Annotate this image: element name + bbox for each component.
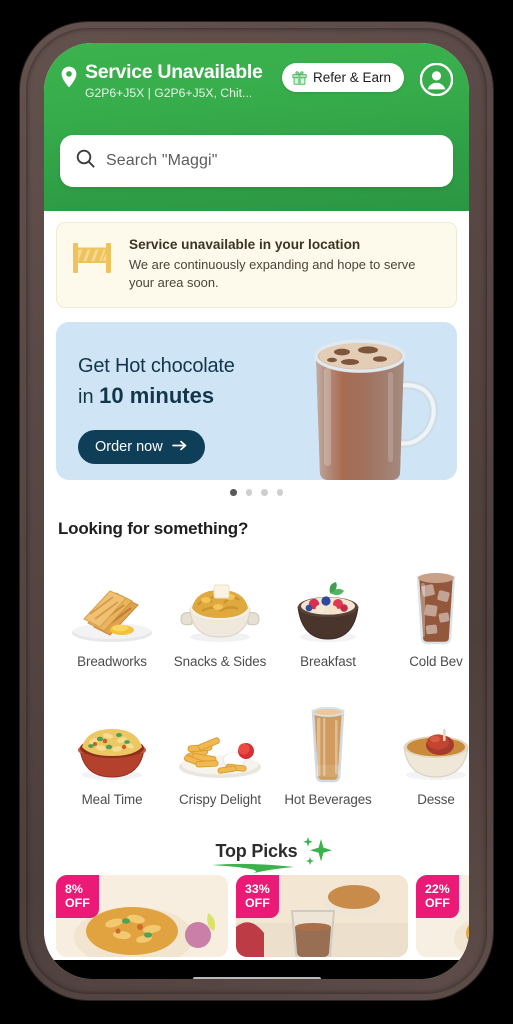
promo-line-2-strong: 10 minutes bbox=[99, 383, 215, 409]
app-header: Service Unavailable G2P6+J5X | G2P6+J5X,… bbox=[44, 43, 469, 211]
discount-suffix: OFF bbox=[425, 895, 450, 910]
top-pick-card[interactable]: 33% OFF bbox=[236, 874, 408, 957]
section-title-categories: Looking for something? bbox=[58, 518, 249, 538]
top-pick-card[interactable]: 22% OFF bbox=[416, 874, 469, 957]
category-label: Breakfast bbox=[300, 653, 356, 669]
carousel-dot-1[interactable] bbox=[230, 489, 237, 496]
category-item-breadworks[interactable]: Breadworks bbox=[58, 553, 166, 675]
category-row-2: Meal Time Crispy Delight Hot Beverages D… bbox=[58, 691, 469, 813]
service-unavailable-banner: Service unavailable in your location We … bbox=[56, 222, 457, 309]
user-avatar-icon bbox=[420, 63, 453, 96]
alert-description: We are continuously expanding and hope t… bbox=[129, 256, 416, 291]
carousel-dot-3[interactable] bbox=[261, 489, 268, 496]
home-content: Service unavailable in your location We … bbox=[44, 222, 469, 979]
fries-plate-icon bbox=[166, 691, 274, 783]
sparkles-icon bbox=[297, 835, 337, 869]
search-icon bbox=[76, 149, 95, 173]
promo-line-2-prefix: in bbox=[78, 386, 100, 409]
page-title: Service Unavailable bbox=[85, 61, 263, 83]
category-item-breakfast[interactable]: Breakfast bbox=[274, 553, 382, 675]
discount-percent: 22% bbox=[425, 881, 450, 896]
discount-badge: 22% OFF bbox=[416, 874, 459, 918]
fruit-cereal-bowl-icon bbox=[274, 553, 382, 645]
category-item-crispy-delight[interactable]: Crispy Delight bbox=[166, 691, 274, 813]
category-item-hot-beverages[interactable]: Hot Beverages bbox=[274, 691, 382, 813]
noodle-bowl-icon bbox=[166, 553, 274, 645]
phone-screen: Service Unavailable G2P6+J5X | G2P6+J5X,… bbox=[44, 43, 469, 979]
category-item-desserts[interactable]: Desse bbox=[382, 691, 469, 813]
alert-title: Service unavailable in your location bbox=[129, 237, 361, 252]
category-label: Cold Bev bbox=[409, 653, 463, 669]
category-label: Desse bbox=[417, 791, 455, 807]
category-grid: Breadworks Snacks & Sides Breakfast Cold… bbox=[44, 553, 469, 813]
refer-and-earn-label: Refer & Earn bbox=[312, 70, 391, 85]
profile-avatar-button[interactable] bbox=[420, 63, 453, 96]
order-now-label: Order now bbox=[95, 439, 163, 456]
search-input-placeholder: Search "Maggi" bbox=[106, 152, 218, 169]
barricade-icon bbox=[70, 241, 116, 275]
category-item-meal-time[interactable]: Meal Time bbox=[58, 691, 166, 813]
iced-cola-glass-icon bbox=[382, 553, 469, 645]
discount-percent: 8% bbox=[65, 881, 83, 896]
carousel-dot-4[interactable] bbox=[276, 489, 283, 496]
chai-glass-icon bbox=[274, 691, 382, 783]
carousel-dots[interactable] bbox=[44, 489, 469, 496]
top-picks-title: Top Picks bbox=[215, 841, 298, 862]
promo-line-1: Get Hot chocolate bbox=[78, 355, 235, 378]
promo-line-2: in 10 minutes bbox=[78, 382, 293, 411]
category-label: Breadworks bbox=[77, 653, 147, 669]
hot-chocolate-image bbox=[280, 328, 455, 481]
carousel-dot-2[interactable] bbox=[245, 489, 252, 496]
discount-suffix: OFF bbox=[245, 895, 270, 910]
promo-banner[interactable]: Get Hot chocolate in 10 minutes Order no… bbox=[56, 322, 457, 481]
location-subtitle: G2P6+J5X | G2P6+J5X, Chit... bbox=[85, 86, 253, 101]
category-item-cold-beverages[interactable]: Cold Bev bbox=[382, 553, 469, 675]
discount-percent: 33% bbox=[245, 881, 270, 896]
dessert-bowl-icon bbox=[382, 691, 469, 783]
category-label: Snacks & Sides bbox=[173, 653, 267, 669]
screenshot-stage: Service Unavailable G2P6+J5X | G2P6+J5X,… bbox=[0, 0, 513, 1024]
top-picks-carousel[interactable]: 8% OFF 33% OFF 22% OFF bbox=[44, 874, 469, 957]
discount-badge: 8% OFF bbox=[56, 874, 99, 918]
category-label: Hot Beverages bbox=[284, 791, 372, 807]
gift-icon bbox=[292, 70, 307, 85]
map-pin-icon bbox=[60, 66, 78, 88]
search-bar[interactable]: Search "Maggi" bbox=[60, 135, 453, 187]
top-pick-card[interactable]: 8% OFF bbox=[56, 874, 228, 957]
discount-badge: 33% OFF bbox=[236, 874, 279, 918]
promo-text: Get Hot chocolate in 10 minutes bbox=[78, 354, 293, 411]
home-indicator[interactable] bbox=[192, 976, 321, 979]
category-label: Meal Time bbox=[81, 791, 143, 807]
category-row-1: Breadworks Snacks & Sides Breakfast Cold… bbox=[58, 553, 469, 675]
grilled-sandwich-icon bbox=[58, 553, 166, 645]
biryani-bowl-icon bbox=[58, 691, 166, 783]
phone-frame: Service Unavailable G2P6+J5X | G2P6+J5X,… bbox=[20, 22, 493, 1000]
category-item-snacks-and-sides[interactable]: Snacks & Sides bbox=[166, 553, 274, 675]
top-picks-header: Top Picks bbox=[44, 835, 469, 875]
refer-and-earn-button[interactable]: Refer & Earn bbox=[281, 63, 404, 92]
arrow-right-icon bbox=[171, 439, 188, 455]
order-now-button[interactable]: Order now bbox=[78, 430, 205, 465]
discount-suffix: OFF bbox=[65, 895, 90, 910]
category-label: Crispy Delight bbox=[179, 791, 261, 807]
